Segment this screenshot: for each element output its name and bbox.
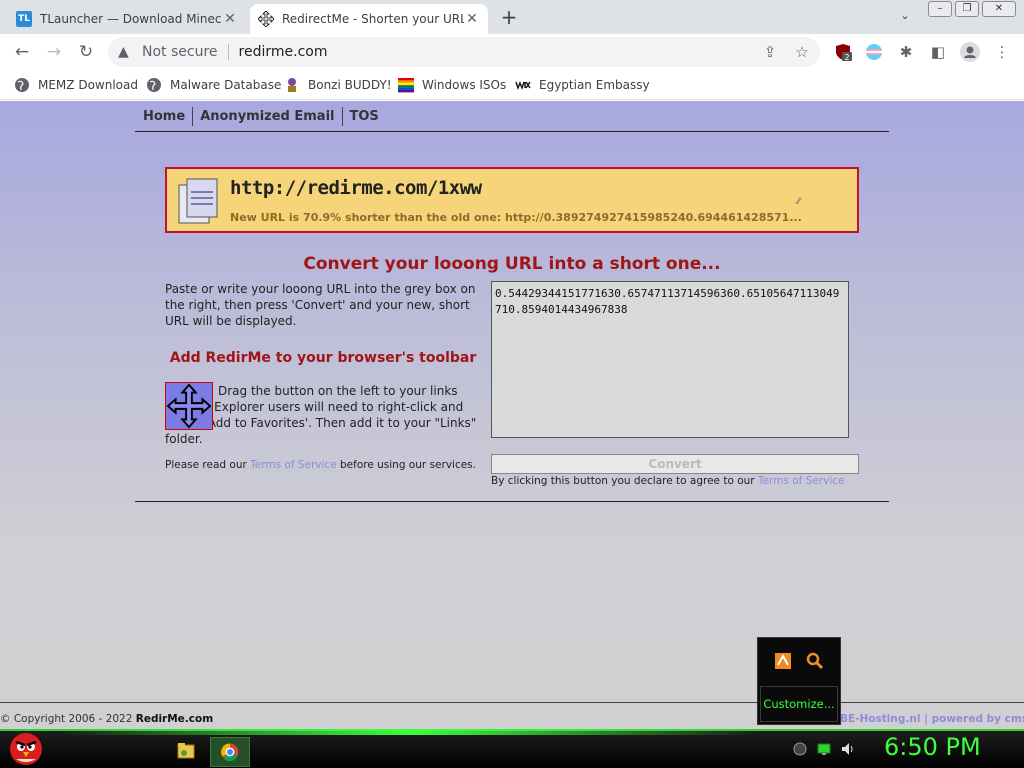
header-divider [135, 131, 889, 132]
back-button[interactable]: ← [12, 42, 32, 62]
site-nav: Home Anonymized Email TOS [135, 107, 386, 126]
start-button-angry-bird-icon[interactable] [6, 727, 46, 767]
chrome-taskbar-icon[interactable] [210, 737, 250, 767]
close-tab-icon[interactable]: ✕ [222, 11, 238, 27]
security-status[interactable]: Not secure [142, 44, 218, 60]
read-tos-prefix: Please read our [165, 459, 251, 471]
taskbar: 6:50 PM [0, 729, 1024, 768]
globe-icon [147, 78, 161, 92]
copyright-brand: RedirMe.com [135, 713, 214, 725]
copyright-prefix: © Copyright 2006 - 2022 [0, 713, 136, 725]
extensions-puzzle-icon[interactable]: ✱ [896, 42, 916, 62]
rainbow-flag-icon [398, 78, 414, 93]
copyright-text: © Copyright 2006 - 2022 RedirMe.com [0, 713, 213, 725]
nav-anonymized-email-link[interactable]: Anonymized Email [193, 107, 343, 126]
hosting-credits[interactable]: BE-Hosting.nl | powered by cmsGear [840, 713, 1024, 725]
page-headline: Convert your looong URL into a short one… [303, 254, 721, 274]
customize-tray-link[interactable]: Customize... [760, 686, 838, 722]
close-tab-icon[interactable]: ✕ [464, 11, 480, 27]
wix-icon [515, 81, 531, 91]
address-url[interactable]: redirme.com [239, 44, 328, 60]
tab-search-chevron-icon[interactable]: ⌄ [896, 9, 914, 27]
bookmark-egyptian-embassy[interactable]: Egyptian Embassy [515, 76, 650, 94]
restore-button[interactable]: ❐ [955, 1, 979, 17]
bookmarklet-drag-button[interactable] [165, 382, 213, 430]
file-explorer-icon[interactable] [166, 737, 206, 767]
tray-display-icon[interactable] [816, 741, 832, 757]
taskbar-glow [60, 729, 760, 735]
volume-speaker-icon[interactable] [840, 741, 856, 757]
terms-of-service-link[interactable]: Terms of Service [758, 475, 845, 487]
tab-strip: TL TLauncher — Download Minecraft ✕ Redi… [0, 0, 1024, 34]
taskbar-clock[interactable]: 6:50 PM [884, 733, 981, 761]
bonzi-icon [288, 78, 296, 92]
documents-icon [178, 178, 218, 224]
side-panel-icon[interactable]: ◧ [928, 42, 948, 62]
nav-tos-link[interactable]: TOS [343, 107, 386, 126]
footer-divider [0, 702, 1024, 703]
bookmark-memz[interactable]: MEMZ Download [14, 76, 138, 94]
tlauncher-favicon-icon: TL [16, 11, 32, 27]
redirme-page: Home Anonymized Email TOS http://redirme… [0, 101, 1024, 729]
ublock-extension-icon[interactable]: 2 [834, 43, 852, 61]
nav-home-link[interactable]: Home [135, 107, 194, 126]
read-tos-suffix: before using our services. [336, 459, 476, 471]
bookmark-label: Egyptian Embassy [539, 78, 650, 92]
warning-triangle-icon: ▲ [118, 44, 129, 60]
divider [227, 44, 229, 60]
bookmark-bonzi[interactable]: Bonzi BUDDY! [284, 76, 392, 94]
minimize-button[interactable]: – [928, 1, 952, 17]
bookmark-windows-isos[interactable]: Windows ISOs [398, 76, 506, 94]
terms-of-service-link[interactable]: Terms of Service [250, 459, 337, 471]
long-url-input[interactable]: 0.54429344151771630.65747113714596360.65… [491, 281, 849, 438]
short-url-text[interactable]: http://redirme.com/1xww [230, 177, 482, 199]
bookmark-malware-db[interactable]: Malware Database [146, 76, 281, 94]
read-tos-note: Please read our Terms of Service before … [165, 459, 476, 471]
agree-prefix: By clicking this button you declare to a… [491, 475, 758, 487]
tray-app-icon[interactable] [774, 652, 792, 670]
bookmark-label: MEMZ Download [38, 78, 138, 92]
new-tab-button[interactable]: + [498, 7, 520, 29]
bookmark-label: Windows ISOs [422, 78, 507, 92]
convert-button[interactable]: Convert [491, 454, 859, 474]
tab-title: RedirectMe - Shorten your URL for free [282, 12, 464, 26]
short-url-result: http://redirme.com/1xww ⁄⁄ New URL is 70… [165, 167, 859, 233]
toolbar-section-title: Add RedirMe to your browser's toolbar [169, 350, 477, 366]
menu-kebab-icon[interactable]: ⋮ [992, 42, 1012, 62]
shorter-message: New URL is 70.9% shorter than the old on… [230, 211, 802, 224]
trans-flag-extension-icon[interactable] [865, 43, 883, 61]
tab-redirectme[interactable]: RedirectMe - Shorten your URL for free ✕ [250, 4, 488, 34]
profile-avatar-icon[interactable] [960, 42, 980, 62]
bookmark-star-icon[interactable]: ☆ [792, 42, 812, 62]
agree-note: By clicking this button you declare to a… [491, 475, 845, 487]
browser-toolbar: ← → ↻ ▲ Not secure redirme.com ⇪ ☆ 2 ✱ ◧… [0, 34, 1024, 70]
content-divider [135, 501, 889, 502]
bookmarks-bar: MEMZ Download Malware Database Bonzi BUD… [0, 70, 1024, 100]
bookmark-label: Bonzi BUDDY! [308, 78, 392, 92]
tab-title: TLauncher — Download Minecraft [40, 12, 222, 26]
instructions-text: Paste or write your looong URL into the … [165, 282, 476, 328]
forward-button[interactable]: → [44, 42, 64, 62]
resize-grip-icon[interactable]: ⁄⁄ [797, 197, 800, 207]
reload-button[interactable]: ↻ [76, 42, 96, 62]
bookmark-label: Malware Database [170, 78, 282, 92]
address-bar[interactable]: ▲ Not secure redirme.com [108, 37, 820, 67]
tab-tlauncher[interactable]: TL TLauncher — Download Minecraft ✕ [8, 4, 246, 34]
close-window-button[interactable]: ✕ [982, 1, 1016, 17]
tray-network-icon[interactable] [792, 741, 808, 757]
move-arrows-favicon-icon [258, 11, 274, 27]
tray-overflow-popup: Customize... [757, 637, 841, 725]
globe-icon [15, 78, 29, 92]
extension-badge: 2 [844, 53, 849, 61]
search-magnifier-icon[interactable] [806, 652, 824, 670]
share-icon[interactable]: ⇪ [760, 42, 780, 62]
